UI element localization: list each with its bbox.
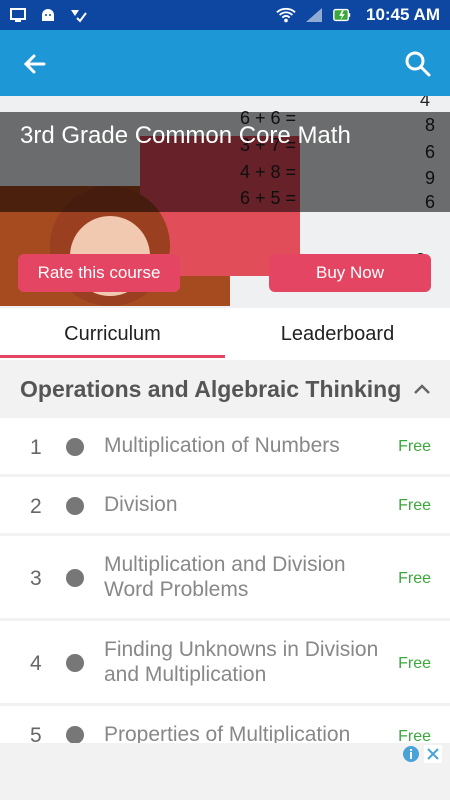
lesson-title: Division <box>104 493 178 516</box>
ad-banner[interactable] <box>0 743 450 800</box>
tab-bar: Curriculum Leaderboard <box>0 308 450 360</box>
free-badge: Free <box>398 570 431 587</box>
usb-icon <box>8 5 28 25</box>
free-badge: Free <box>398 497 431 514</box>
lesson-item[interactable]: 5 Properties of Multiplication Free <box>0 706 450 743</box>
lesson-title: Multiplication of Numbers <box>104 434 340 457</box>
lesson-dot <box>66 726 84 743</box>
wifi-icon <box>276 5 296 25</box>
lesson-item[interactable]: 2 Division Free <box>0 477 450 533</box>
clock: 10:45 AM <box>365 5 440 24</box>
lesson-number: 5 <box>30 724 42 743</box>
info-icon[interactable] <box>402 745 420 763</box>
lesson-dot <box>66 497 84 515</box>
lesson-item[interactable]: 4 Finding Unknowns in Division and Multi… <box>0 621 450 703</box>
rate-course-button[interactable]: Rate this course <box>18 254 180 292</box>
section-header[interactable]: Operations and Algebraic Thinking <box>0 360 450 420</box>
course-title: 3rd Grade Common Core Math <box>20 122 351 149</box>
lesson-item[interactable]: 3 Multiplication and Division Word Probl… <box>0 536 450 618</box>
lesson-number: 4 <box>30 652 42 675</box>
status-bar: 10:45 AM <box>0 0 450 30</box>
free-badge: Free <box>398 655 431 672</box>
lesson-title: Multiplication and Division Word Problem… <box>104 553 346 601</box>
free-badge: Free <box>398 728 431 743</box>
section-title: Operations and Algebraic Thinking <box>20 376 402 402</box>
chevron-up-icon[interactable] <box>412 380 432 400</box>
tab-leaderboard[interactable]: Leaderboard <box>225 308 450 360</box>
lesson-dot <box>66 438 84 456</box>
lesson-title: Finding Unknowns in Division and Multipl… <box>104 638 379 686</box>
back-arrow-icon[interactable] <box>20 50 48 78</box>
app-bar <box>0 30 450 96</box>
signal-icon <box>304 5 324 25</box>
lesson-title: Properties of Multiplication <box>104 723 351 743</box>
lesson-number: 3 <box>30 567 42 590</box>
svg-text:4: 4 <box>420 96 430 110</box>
active-tab-indicator <box>0 355 225 358</box>
lesson-item[interactable]: 1 Multiplication of Numbers Free <box>0 418 450 474</box>
search-icon[interactable] <box>404 50 432 78</box>
close-icon[interactable] <box>424 745 442 763</box>
lesson-number: 1 <box>30 436 42 459</box>
android-icon <box>38 5 58 25</box>
lesson-number: 2 <box>30 495 42 518</box>
tab-curriculum[interactable]: Curriculum <box>0 308 225 360</box>
lesson-dot <box>66 569 84 587</box>
lesson-dot <box>66 654 84 672</box>
free-badge: Free <box>398 438 431 455</box>
battery-charging-icon <box>332 5 352 25</box>
check-download-icon <box>68 5 88 25</box>
buy-now-button[interactable]: Buy Now <box>269 254 431 292</box>
